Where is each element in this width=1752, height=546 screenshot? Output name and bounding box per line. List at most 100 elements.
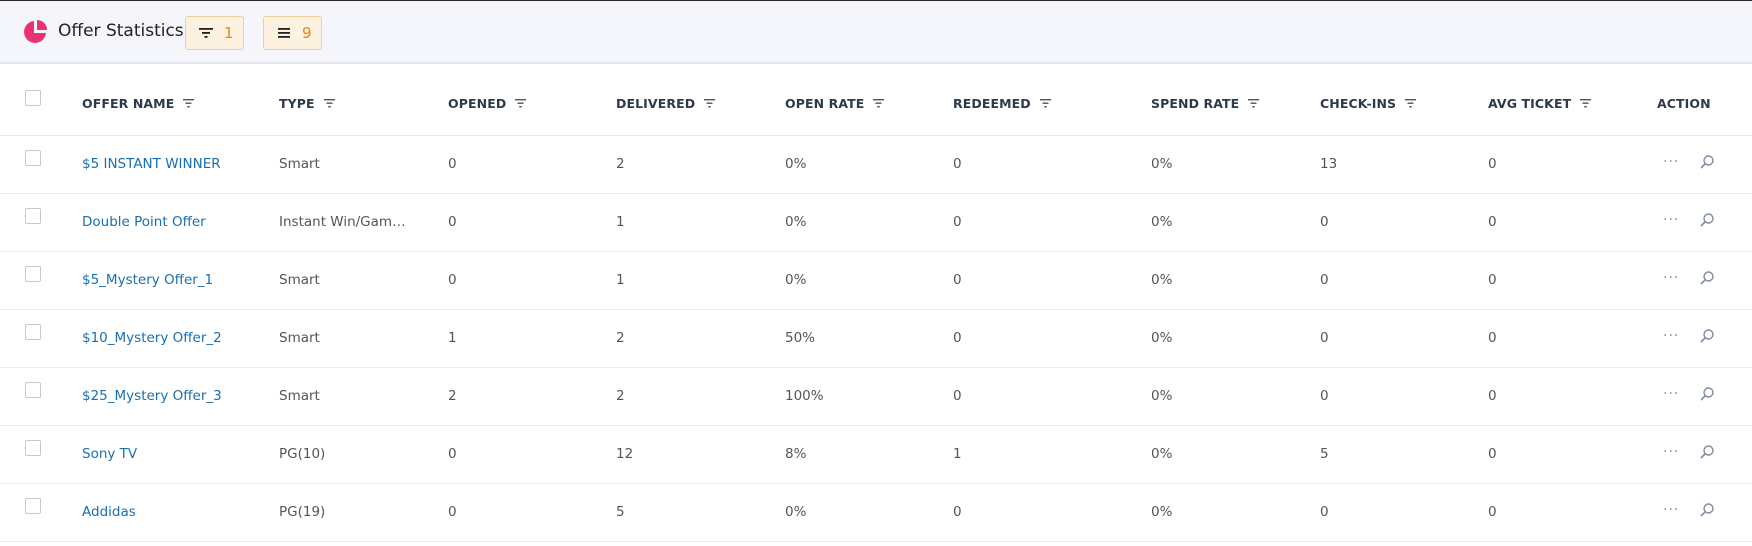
filter-button[interactable]: 1 [185,16,244,50]
avg-ticket-value: 0 [1488,330,1497,346]
offer-name-link[interactable]: $5 INSTANT WINNER [82,156,221,172]
table-row: Addidas PG(19) 0 5 0% 0 0% 0 0 ··· [0,484,1752,542]
delivered-value: 2 [616,330,625,346]
open-rate-value: 0% [785,272,807,288]
menu-icon [278,28,290,38]
pie-chart-icon [24,20,47,43]
filter-icon[interactable] [1248,99,1260,108]
column-header-delivered[interactable]: DELIVERED [616,96,716,111]
opened-value: 2 [448,388,457,404]
column-header-redeemed[interactable]: REDEEMED [953,96,1051,111]
more-actions-button[interactable]: ··· [1663,270,1679,286]
select-all-checkbox[interactable] [25,90,41,106]
open-rate-value: 100% [785,388,824,404]
delivered-value: 2 [616,156,625,172]
more-actions-button[interactable]: ··· [1663,154,1679,170]
more-actions-button[interactable]: ··· [1663,212,1679,228]
redeemed-value: 0 [953,272,962,288]
filter-icon[interactable] [704,99,716,108]
spend-rate-value: 0% [1151,214,1173,230]
column-header-opened[interactable]: OPENED [448,96,527,111]
offer-type: Instant Win/Gamifi... [279,214,409,230]
redeemed-value: 0 [953,156,962,172]
offer-name-link[interactable]: $10_Mystery Offer_2 [82,330,222,346]
check-ins-value: 0 [1320,272,1329,288]
row-checkbox[interactable] [25,440,41,456]
search-icon[interactable] [1699,386,1715,402]
table-row: Double Point Offer Instant Win/Gamifi...… [0,194,1752,252]
search-icon[interactable] [1699,270,1715,286]
columns-button[interactable]: 9 [263,16,322,50]
column-header-avg-ticket[interactable]: AVG TICKET [1488,96,1592,111]
search-icon[interactable] [1699,212,1715,228]
delivered-value: 12 [616,446,634,462]
more-actions-button[interactable]: ··· [1663,328,1679,344]
delivered-value: 5 [616,504,625,520]
open-rate-value: 50% [785,330,816,346]
filter-icon[interactable] [1580,99,1592,108]
more-actions-button[interactable]: ··· [1663,502,1679,518]
avg-ticket-value: 0 [1488,272,1497,288]
filter-icon[interactable] [515,99,527,108]
search-icon[interactable] [1699,444,1715,460]
row-checkbox[interactable] [25,266,41,282]
row-checkbox[interactable] [25,150,41,166]
row-checkbox[interactable] [25,382,41,398]
offer-type: Smart [279,156,320,172]
spend-rate-value: 0% [1151,504,1173,520]
opened-value: 0 [448,504,457,520]
row-checkbox[interactable] [25,208,41,224]
check-ins-value: 5 [1320,446,1329,462]
offer-name-link[interactable]: Double Point Offer [82,214,206,230]
row-checkbox[interactable] [25,498,41,514]
redeemed-value: 0 [953,504,962,520]
avg-ticket-value: 0 [1488,504,1497,520]
row-checkbox[interactable] [25,324,41,340]
more-actions-button[interactable]: ··· [1663,444,1679,460]
check-ins-value: 0 [1320,214,1329,230]
avg-ticket-value: 0 [1488,446,1497,462]
open-rate-value: 0% [785,214,807,230]
opened-value: 0 [448,272,457,288]
open-rate-value: 8% [785,446,807,462]
column-header-offer-name[interactable]: OFFER NAME [82,96,195,111]
column-header-spend-rate[interactable]: SPEND RATE [1151,96,1260,111]
offer-name-link[interactable]: Sony TV [82,446,137,462]
page-title: Offer Statistics [58,21,184,41]
more-actions-button[interactable]: ··· [1663,386,1679,402]
opened-value: 0 [448,156,457,172]
filter-icon[interactable] [323,99,335,108]
offer-type: PG(10) [279,446,326,462]
offer-name-link[interactable]: Addidas [82,504,136,520]
table-row: Sony TV PG(10) 0 12 8% 1 0% 5 0 ··· [0,426,1752,484]
table-row: $5_Mystery Offer_1 Smart 0 1 0% 0 0% 0 0… [0,252,1752,310]
filter-icon[interactable] [1405,99,1417,108]
search-icon[interactable] [1699,502,1715,518]
search-icon[interactable] [1699,328,1715,344]
column-header-action: ACTION [1657,96,1711,111]
offer-type: Smart [279,272,320,288]
offer-type: Smart [279,388,320,404]
avg-ticket-value: 0 [1488,388,1497,404]
check-ins-value: 0 [1320,504,1329,520]
delivered-value: 1 [616,272,625,288]
table-row: $10_Mystery Offer_2 Smart 1 2 50% 0 0% 0… [0,310,1752,368]
column-header-open-rate[interactable]: OPEN RATE [785,96,885,111]
spend-rate-value: 0% [1151,156,1173,172]
filter-icon[interactable] [183,99,195,108]
columns-count: 9 [302,24,312,42]
check-ins-value: 0 [1320,330,1329,346]
avg-ticket-value: 0 [1488,214,1497,230]
column-header-type[interactable]: TYPE [279,96,335,111]
search-icon[interactable] [1699,154,1715,170]
filter-icon[interactable] [873,99,885,108]
offer-name-link[interactable]: $25_Mystery Offer_3 [82,388,222,404]
offer-name-link[interactable]: $5_Mystery Offer_1 [82,272,213,288]
opened-value: 0 [448,214,457,230]
check-ins-value: 0 [1320,388,1329,404]
redeemed-value: 0 [953,388,962,404]
column-header-check-ins[interactable]: CHECK-INS [1320,96,1417,111]
filter-icon[interactable] [1039,99,1051,108]
delivered-value: 2 [616,388,625,404]
redeemed-value: 0 [953,330,962,346]
